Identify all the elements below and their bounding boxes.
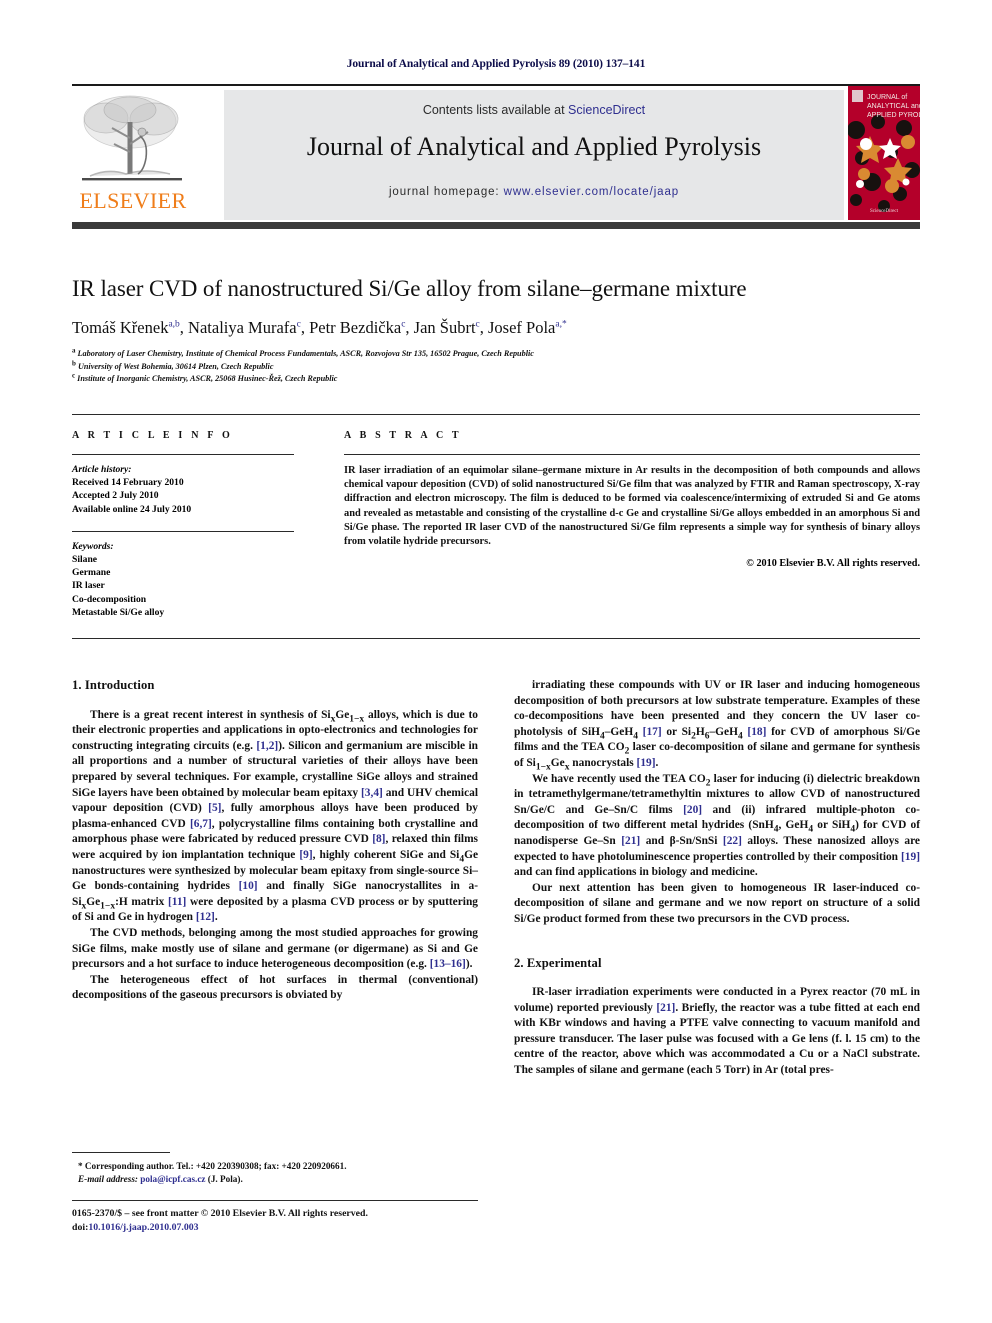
article-info-column: A R T I C L E I N F O Article history: R… [72, 430, 294, 619]
masthead-top-rule [72, 84, 920, 86]
paragraph-intro-3: The heterogeneous effect of hot surfaces… [72, 973, 478, 1002]
keyword-item: Metastable Si/Ge alloy [72, 606, 165, 618]
history-item: Accepted 2 July 2010 [72, 490, 159, 502]
doi-link[interactable]: 10.1016/j.jaap.2010.07.003 [88, 1222, 198, 1233]
article-history-label: Article history: [72, 464, 132, 475]
journal-homepage-line: journal homepage: www.elsevier.com/locat… [224, 186, 844, 198]
body-column-left: 1. Introduction There is a great recent … [72, 678, 478, 1004]
keyword-item: IR laser [72, 580, 105, 592]
contents-available-line: Contents lists available at ScienceDirec… [224, 103, 844, 117]
svg-text:ScienceDirect: ScienceDirect [870, 209, 899, 214]
doi-line: doi:10.1016/j.jaap.2010.07.003 [72, 1221, 502, 1235]
corresponding-author-footnote: * Corresponding author. Tel.: +420 22039… [72, 1160, 478, 1186]
svg-text:JOURNAL of: JOURNAL of [867, 94, 907, 101]
journal-cover-thumbnail: JOURNAL of ANALYTICAL and APPLIED PYROLY… [848, 86, 920, 220]
paragraph-intro-2: The CVD methods, belonging among the mos… [72, 926, 478, 971]
author-list: Tomáš Křeneka,b, Nataliya Murafac, Petr … [72, 318, 567, 337]
keyword-item: Silane [72, 554, 98, 566]
section-heading-introduction: 1. Introduction [72, 678, 155, 692]
history-item: Available online 24 July 2010 [72, 503, 192, 515]
svg-text:ANALYTICAL and: ANALYTICAL and [867, 103, 920, 110]
elsevier-tree-icon [82, 95, 182, 181]
paragraph-intro-1: There is a great recent interest in synt… [72, 708, 479, 924]
history-item: Received 14 February 2010 [72, 477, 184, 489]
abstract-copyright: © 2010 Elsevier B.V. All rights reserved… [746, 558, 920, 570]
homepage-prefix: journal homepage: [388, 186, 504, 198]
abstract-column: A B S T R A C T IR laser irradiation of … [344, 430, 920, 569]
section-heading-experimental: 2. Experimental [514, 955, 602, 970]
running-head: Journal of Analytical and Applied Pyroly… [346, 58, 646, 70]
contents-prefix: Contents lists available at [422, 103, 569, 117]
cover-artwork-icon: JOURNAL of ANALYTICAL and APPLIED PYROLY… [848, 86, 920, 220]
abstract-text: IR laser irradiation of an equimolar sil… [344, 465, 920, 548]
journal-masthead: ELSEVIER Contents lists available at Sci… [72, 84, 920, 229]
imprint-line: 0165-2370/$ – see front matter © 2010 El… [72, 1208, 368, 1219]
affiliation-item: b University of West Bohemia, 30614 Plze… [72, 358, 274, 371]
affiliation-list: a Laboratory of Laser Chemistry, Institu… [72, 346, 912, 386]
info-band-bottom-rule [72, 638, 920, 639]
abstract-heading: A B S T R A C T [344, 430, 462, 441]
masthead-panel: Contents lists available at ScienceDirec… [224, 90, 844, 220]
masthead-bottom-rule [72, 222, 920, 229]
doi-label: doi: [72, 1221, 89, 1233]
body-column-right: irradiating these compounds with UV or I… [514, 678, 920, 1079]
info-band-top-rule [72, 414, 920, 415]
email-label: E-mail address: [78, 1174, 138, 1184]
affiliation-item: a Laboratory of Laser Chemistry, Institu… [72, 346, 534, 358]
keyword-item: Co-decomposition [72, 593, 147, 605]
keywords-rule [72, 530, 294, 532]
elsevier-logo: ELSEVIER [72, 90, 194, 220]
elsevier-wordmark: ELSEVIER [79, 188, 187, 213]
homepage-url-link[interactable]: www.elsevier.com/locate/jaap [504, 186, 679, 198]
imprint-block: 0165-2370/$ – see front matter © 2010 El… [72, 1207, 502, 1234]
abstract-rule [344, 454, 920, 455]
paragraph-intro-6: Our next attention has been given to hom… [514, 881, 920, 925]
email-suffix: (J. Pola). [207, 1174, 243, 1184]
paragraph-intro-5: We have recently used the TEA CO2 laser … [514, 772, 920, 879]
paragraph-exp-1: IR-laser irradiation experiments were co… [514, 986, 920, 1077]
article-info-heading: A R T I C L E I N F O [72, 430, 233, 441]
imprint-rule [72, 1200, 478, 1201]
journal-title: Journal of Analytical and Applied Pyroly… [306, 132, 762, 161]
keyword-item: Germane [72, 567, 111, 579]
document-page: Journal of Analytical and Applied Pyroly… [0, 0, 992, 1323]
article-history-group: Article history: Received 14 February 20… [72, 463, 294, 516]
footnote-email-line: E-mail address: pola@icpf.cas.cz (J. Pol… [72, 1173, 478, 1186]
page-title: IR laser CVD of nanostructured Si/Ge all… [72, 276, 747, 301]
sciencedirect-link[interactable]: ScienceDirect [568, 103, 645, 117]
article-info-rule [72, 454, 294, 455]
email-link[interactable]: pola@icpf.cas.cz [140, 1174, 205, 1184]
keywords-label: Keywords: [72, 540, 114, 552]
keywords-group: Keywords: Silane Germane IR laser Co-dec… [72, 540, 294, 619]
affiliation-item: c Institute of Inorganic Chemistry, ASCR… [72, 371, 338, 383]
svg-text:APPLIED PYROLYSIS: APPLIED PYROLYSIS [867, 112, 920, 119]
footnote-line-1: * Corresponding author. Tel.: +420 22039… [78, 1161, 347, 1171]
paragraph-intro-4: irradiating these compounds with UV or I… [514, 679, 920, 773]
footnote-rule [72, 1152, 170, 1153]
